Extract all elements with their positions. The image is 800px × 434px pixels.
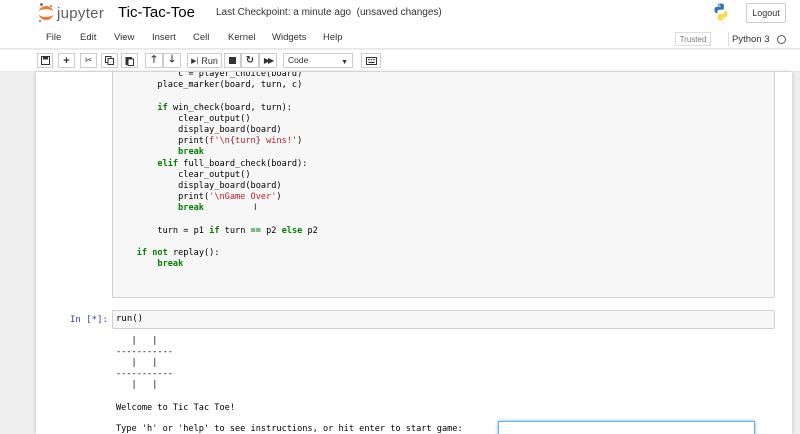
refresh-icon: ↻ [245,55,255,66]
cell-type-value: Code [288,55,309,65]
step-forward-icon: ▶| [191,57,199,65]
checkpoint-status: Last Checkpoint: a minute ago (unsaved c… [216,7,442,18]
scissors-icon: ✂ [84,55,93,65]
plus-icon: + [63,54,70,67]
save-icon [40,56,50,65]
code-editor[interactable]: c = player_choice(board) place_marker(bo… [116,72,318,271]
menu-kernel[interactable]: Kernel [228,32,255,43]
run-label: Run [201,55,218,66]
logout-button[interactable]: Logout [746,3,786,23]
kernel-busy-indicator-icon [777,35,786,44]
python-logo-icon [714,3,728,21]
move-up-button[interactable]: 🡑 [145,53,163,68]
restart-kernel-button[interactable]: ↻ [241,53,259,68]
jupyter-logo-text: jupyter [57,4,105,22]
keyboard-icon [365,56,377,65]
board-line: ----------- [116,369,173,379]
run-cell-code[interactable]: run() [116,314,143,324]
jupyter-logo[interactable]: jupyter [38,2,104,24]
board-line: | | [116,380,158,390]
menu-file[interactable]: File [46,32,61,43]
menu-cell[interactable]: Cell [193,32,209,43]
stdin-input[interactable] [498,421,755,434]
notebook-header: jupyter Tic-Tac-Toe Last Checkpoint: a m… [0,0,800,28]
interrupt-kernel-button[interactable] [224,53,241,68]
chevron-down-icon: ▼ [341,59,348,66]
menu-view[interactable]: View [114,32,134,43]
menu-edit[interactable]: Edit [80,32,96,43]
toolbar: + ✂ 🡑 🡓 ▶| Run ↻ ▶▶ Code ▼ [0,50,800,72]
arrow-up-icon: 🡑 [151,54,157,65]
notebook-name[interactable]: Tic-Tac-Toe [118,4,195,21]
paste-icon [125,56,134,66]
notebook-container: c = player_choice(board) place_marker(bo… [36,72,792,434]
unsaved-changes-text: (unsaved changes) [356,7,442,18]
fast-forward-icon: ▶▶ [263,56,274,65]
run-cell-input[interactable]: run() [112,310,775,329]
instructions-text: Type 'h' or 'help' to see instructions, … [116,424,463,434]
kernel-name: Python 3 [732,34,770,45]
command-palette-button[interactable] [361,53,381,68]
board-line: | | [116,358,158,368]
menu-help[interactable]: Help [323,32,343,43]
board-line: | | [116,336,158,346]
welcome-text: Welcome to Tic Tac Toe! [116,403,235,413]
insert-cell-button[interactable]: + [58,53,75,68]
menu-widgets[interactable]: Widgets [272,32,306,43]
kernel-separator [728,32,729,46]
run-button[interactable]: ▶| Run [187,53,222,68]
copy-icon [105,56,114,65]
cell-prompt: In [*]: [70,315,108,325]
board-line: ----------- [116,347,173,357]
text-cursor-icon: I [254,203,257,213]
save-button[interactable] [37,53,53,68]
checkpoint-text: Last Checkpoint: a minute ago [216,7,352,18]
restart-run-all-button[interactable]: ▶▶ [259,53,277,68]
code-cell-input[interactable]: c = player_choice(board) place_marker(bo… [112,72,775,298]
cut-cell-button[interactable]: ✂ [80,53,97,68]
arrow-down-icon: 🡓 [169,54,175,65]
stop-icon [229,57,236,64]
move-down-button[interactable]: 🡓 [163,53,181,68]
copy-cell-button[interactable] [101,53,118,68]
menu-insert[interactable]: Insert [152,32,176,43]
jupyter-logo-icon [38,3,54,23]
paste-cell-button[interactable] [121,53,138,68]
cell-type-select[interactable]: Code ▼ [283,53,353,68]
trusted-indicator[interactable]: Trusted [675,32,711,46]
